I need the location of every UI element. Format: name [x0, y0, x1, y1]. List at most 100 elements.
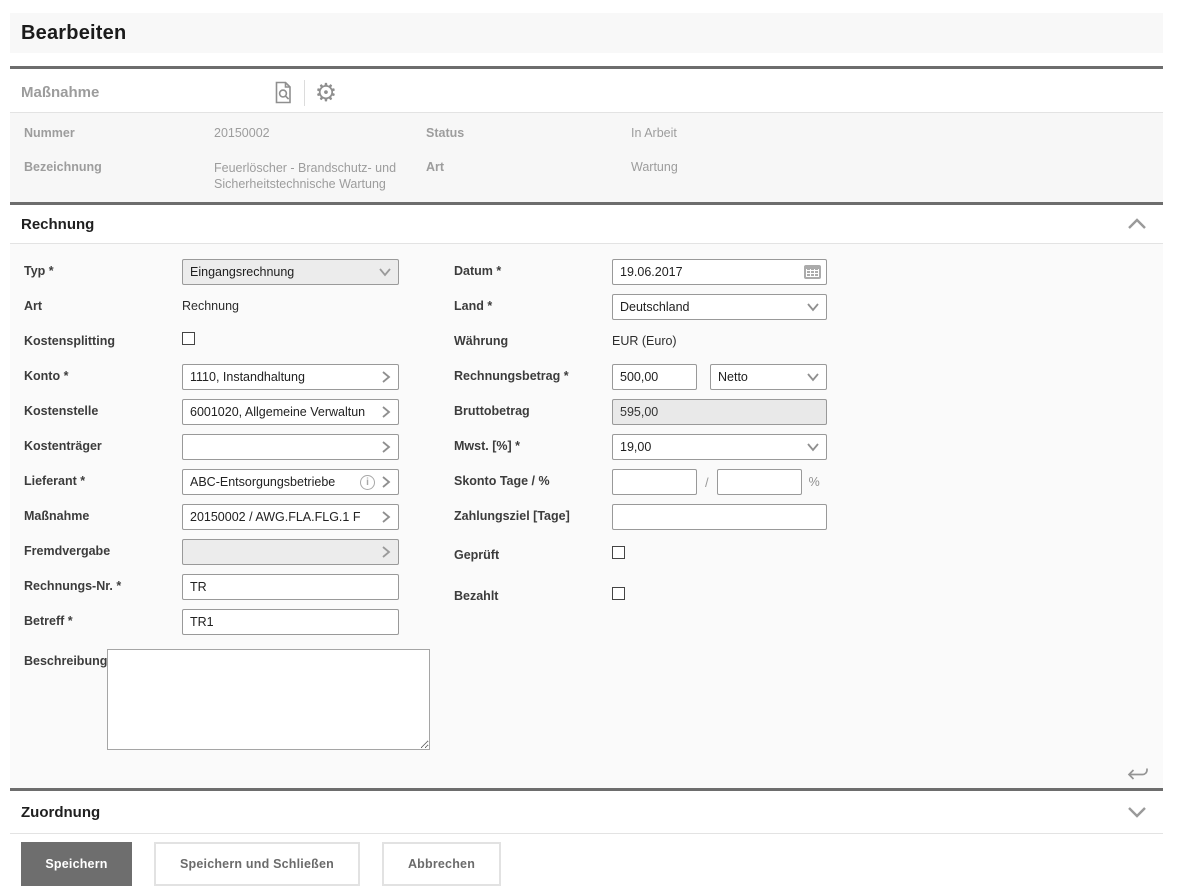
button-bar: Speichern Speichern und Schließen Abbrec… — [10, 841, 1163, 887]
form-row-mwst: Mwst. [%] * 19,00 — [440, 430, 880, 465]
bezahlt-checkbox[interactable] — [612, 587, 625, 600]
kostenstelle-value: 6001020, Allgemeine Verwaltun — [190, 405, 379, 419]
lieferant-value: ABC-Entsorgungsbetriebe — [190, 475, 360, 489]
kostenstelle-label: Kostenstelle — [10, 399, 182, 418]
form-row-geprueft: Geprüft — [440, 535, 880, 576]
zuordnung-section-header: Zuordnung — [10, 791, 1163, 833]
kostensplitting-label: Kostensplitting — [10, 329, 182, 348]
zuordnung-section-title: Zuordnung — [10, 804, 100, 821]
form-row-kostenstelle: Kostenstelle 6001020, Allgemeine Verwalt… — [10, 395, 430, 430]
lieferant-picker[interactable]: ABC-Entsorgungsbetriebe — [182, 469, 399, 495]
chevron-down-icon — [806, 440, 820, 454]
chevron-right-icon — [379, 545, 393, 559]
form-row-bruttobetrag: Bruttobetrag — [440, 395, 880, 430]
form-row-kostensplitting: Kostensplitting — [10, 325, 430, 360]
skonto-label: Skonto Tage / % — [440, 469, 612, 488]
form-row-massnahme: Maßnahme 20150002 / AWG.FLA.FLG.1 F — [10, 500, 430, 535]
rechnungs-nr-input[interactable] — [182, 574, 399, 600]
betreff-label: Betreff * — [10, 609, 182, 628]
land-label: Land * — [440, 294, 612, 313]
cancel-button[interactable]: Abbrechen — [382, 842, 501, 886]
rechnung-section-title: Rechnung — [10, 216, 94, 233]
form-row-bezahlt: Bezahlt — [440, 576, 880, 617]
chevron-down-icon — [1129, 808, 1145, 816]
chevron-right-icon — [379, 405, 393, 419]
skonto-separator: / — [705, 475, 709, 490]
art-value: Wartung — [631, 160, 678, 192]
typ-value: Eingangsrechnung — [190, 265, 378, 279]
lieferant-label: Lieferant * — [10, 469, 182, 488]
form-row-land: Land * Deutschland — [440, 290, 880, 325]
divider — [10, 66, 1163, 69]
bruttobetrag-label: Bruttobetrag — [440, 399, 612, 418]
skonto-prozent-input[interactable] — [717, 469, 802, 495]
konto-label: Konto * — [10, 364, 182, 383]
skonto-tage-input[interactable] — [612, 469, 697, 495]
beschreibung-textarea[interactable] — [107, 649, 430, 750]
kostentraeger-label: Kostenträger — [10, 434, 182, 453]
title-band: Bearbeiten — [10, 13, 1163, 53]
datum-input[interactable] — [612, 259, 827, 285]
chevron-down-icon — [806, 370, 820, 384]
collapse-section-button[interactable] — [1127, 218, 1163, 230]
kostensplitting-checkbox[interactable] — [182, 332, 195, 345]
bruttobetrag-input — [612, 399, 827, 425]
datum-label: Datum * — [440, 259, 612, 278]
geprueft-checkbox[interactable] — [612, 546, 625, 559]
form-row-lieferant: Lieferant * ABC-Entsorgungsbetriebe — [10, 465, 430, 500]
bezeichnung-value: Feuerlöscher - Brandschutz- und Sicherhe… — [214, 160, 426, 192]
chevron-right-icon — [379, 440, 393, 454]
document-preview-icon[interactable] — [266, 78, 300, 108]
zahlungsziel-input[interactable] — [612, 504, 827, 530]
massnahme-field-label: Maßnahme — [10, 504, 182, 523]
mwst-value: 19,00 — [620, 440, 806, 454]
chevron-right-icon — [379, 475, 393, 489]
zahlungsziel-label: Zahlungsziel [Tage] — [440, 504, 612, 523]
form-row-typ: Typ * Eingangsrechnung — [10, 255, 430, 290]
save-button[interactable]: Speichern — [21, 842, 132, 886]
settings-gear-icon[interactable]: ⚙ — [309, 78, 343, 108]
netto-brutto-value: Netto — [718, 370, 806, 384]
rechnungsbetrag-input[interactable] — [612, 364, 697, 390]
info-row: Bezeichnung Feuerlöscher - Brandschutz- … — [10, 160, 1163, 192]
chevron-right-icon — [379, 370, 393, 384]
massnahme-toolbar: Maßnahme ⚙ — [10, 73, 1163, 112]
form-column-left: Typ * Eingangsrechnung Art Rechnung Kost… — [10, 244, 430, 755]
form-row-konto: Konto * 1110, Instandhaltung — [10, 360, 430, 395]
form-row-datum: Datum * — [440, 255, 880, 290]
bezahlt-label: Bezahlt — [440, 584, 612, 603]
form-row-waehrung: Währung EUR (Euro) — [440, 325, 880, 360]
divider — [10, 833, 1163, 834]
kostentraeger-picker[interactable] — [182, 434, 399, 460]
massnahme-info-panel: Nummer 20150002 Status In Arbeit Bezeich… — [10, 113, 1163, 202]
info-icon[interactable] — [360, 475, 375, 490]
form-column-right: Datum * Land * Deutschland Währung EUR (… — [440, 244, 880, 617]
land-value: Deutschland — [620, 300, 806, 314]
typ-select[interactable]: Eingangsrechnung — [182, 259, 399, 285]
page-title: Bearbeiten — [10, 22, 126, 45]
chevron-down-icon — [806, 300, 820, 314]
chevron-right-icon — [379, 510, 393, 524]
chevron-down-icon — [378, 265, 392, 279]
massnahme-picker[interactable]: 20150002 / AWG.FLA.FLG.1 F — [182, 504, 399, 530]
expand-section-button[interactable] — [1127, 806, 1163, 818]
save-and-close-button[interactable]: Speichern und Schließen — [154, 842, 360, 886]
kostenstelle-picker[interactable]: 6001020, Allgemeine Verwaltun — [182, 399, 399, 425]
return-icon[interactable] — [1124, 759, 1151, 782]
form-row-rechnungsbetrag: Rechnungsbetrag * Netto — [440, 360, 880, 395]
konto-picker[interactable]: 1110, Instandhaltung — [182, 364, 399, 390]
form-row-art: Art Rechnung — [10, 290, 430, 325]
art-field-label: Art — [10, 294, 182, 313]
massnahme-field-value: 20150002 / AWG.FLA.FLG.1 F — [190, 510, 379, 524]
calendar-icon[interactable] — [804, 265, 821, 279]
betreff-input[interactable] — [182, 609, 399, 635]
konto-value: 1110, Instandhaltung — [190, 370, 379, 384]
land-select[interactable]: Deutschland — [612, 294, 827, 320]
mwst-select[interactable]: 19,00 — [612, 434, 827, 460]
form-row-fremdvergabe: Fremdvergabe — [10, 535, 430, 570]
art-label: Art — [426, 160, 631, 192]
edit-invoice-page: Bearbeiten Maßnahme ⚙ Nummer 20150002 St… — [0, 0, 1181, 895]
form-row-kostentraeger: Kostenträger — [10, 430, 430, 465]
netto-brutto-select[interactable]: Netto — [710, 364, 827, 390]
form-row-skonto: Skonto Tage / % / % — [440, 465, 880, 500]
